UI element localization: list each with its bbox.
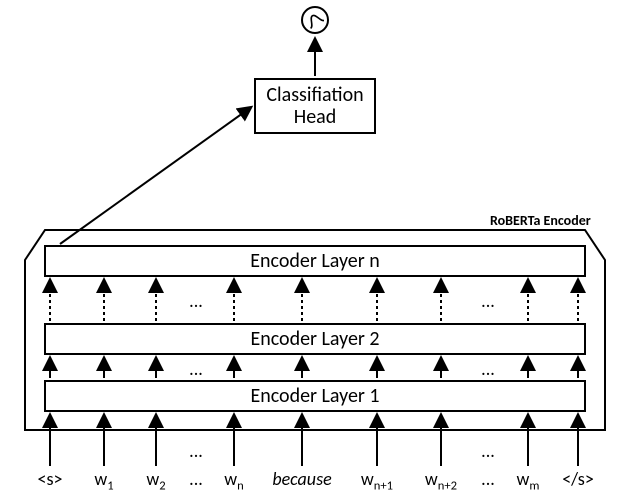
arrows-layer (0, 0, 628, 500)
diagram-root: Classifiation Head RoBERTa Encoder Encod… (0, 0, 628, 500)
